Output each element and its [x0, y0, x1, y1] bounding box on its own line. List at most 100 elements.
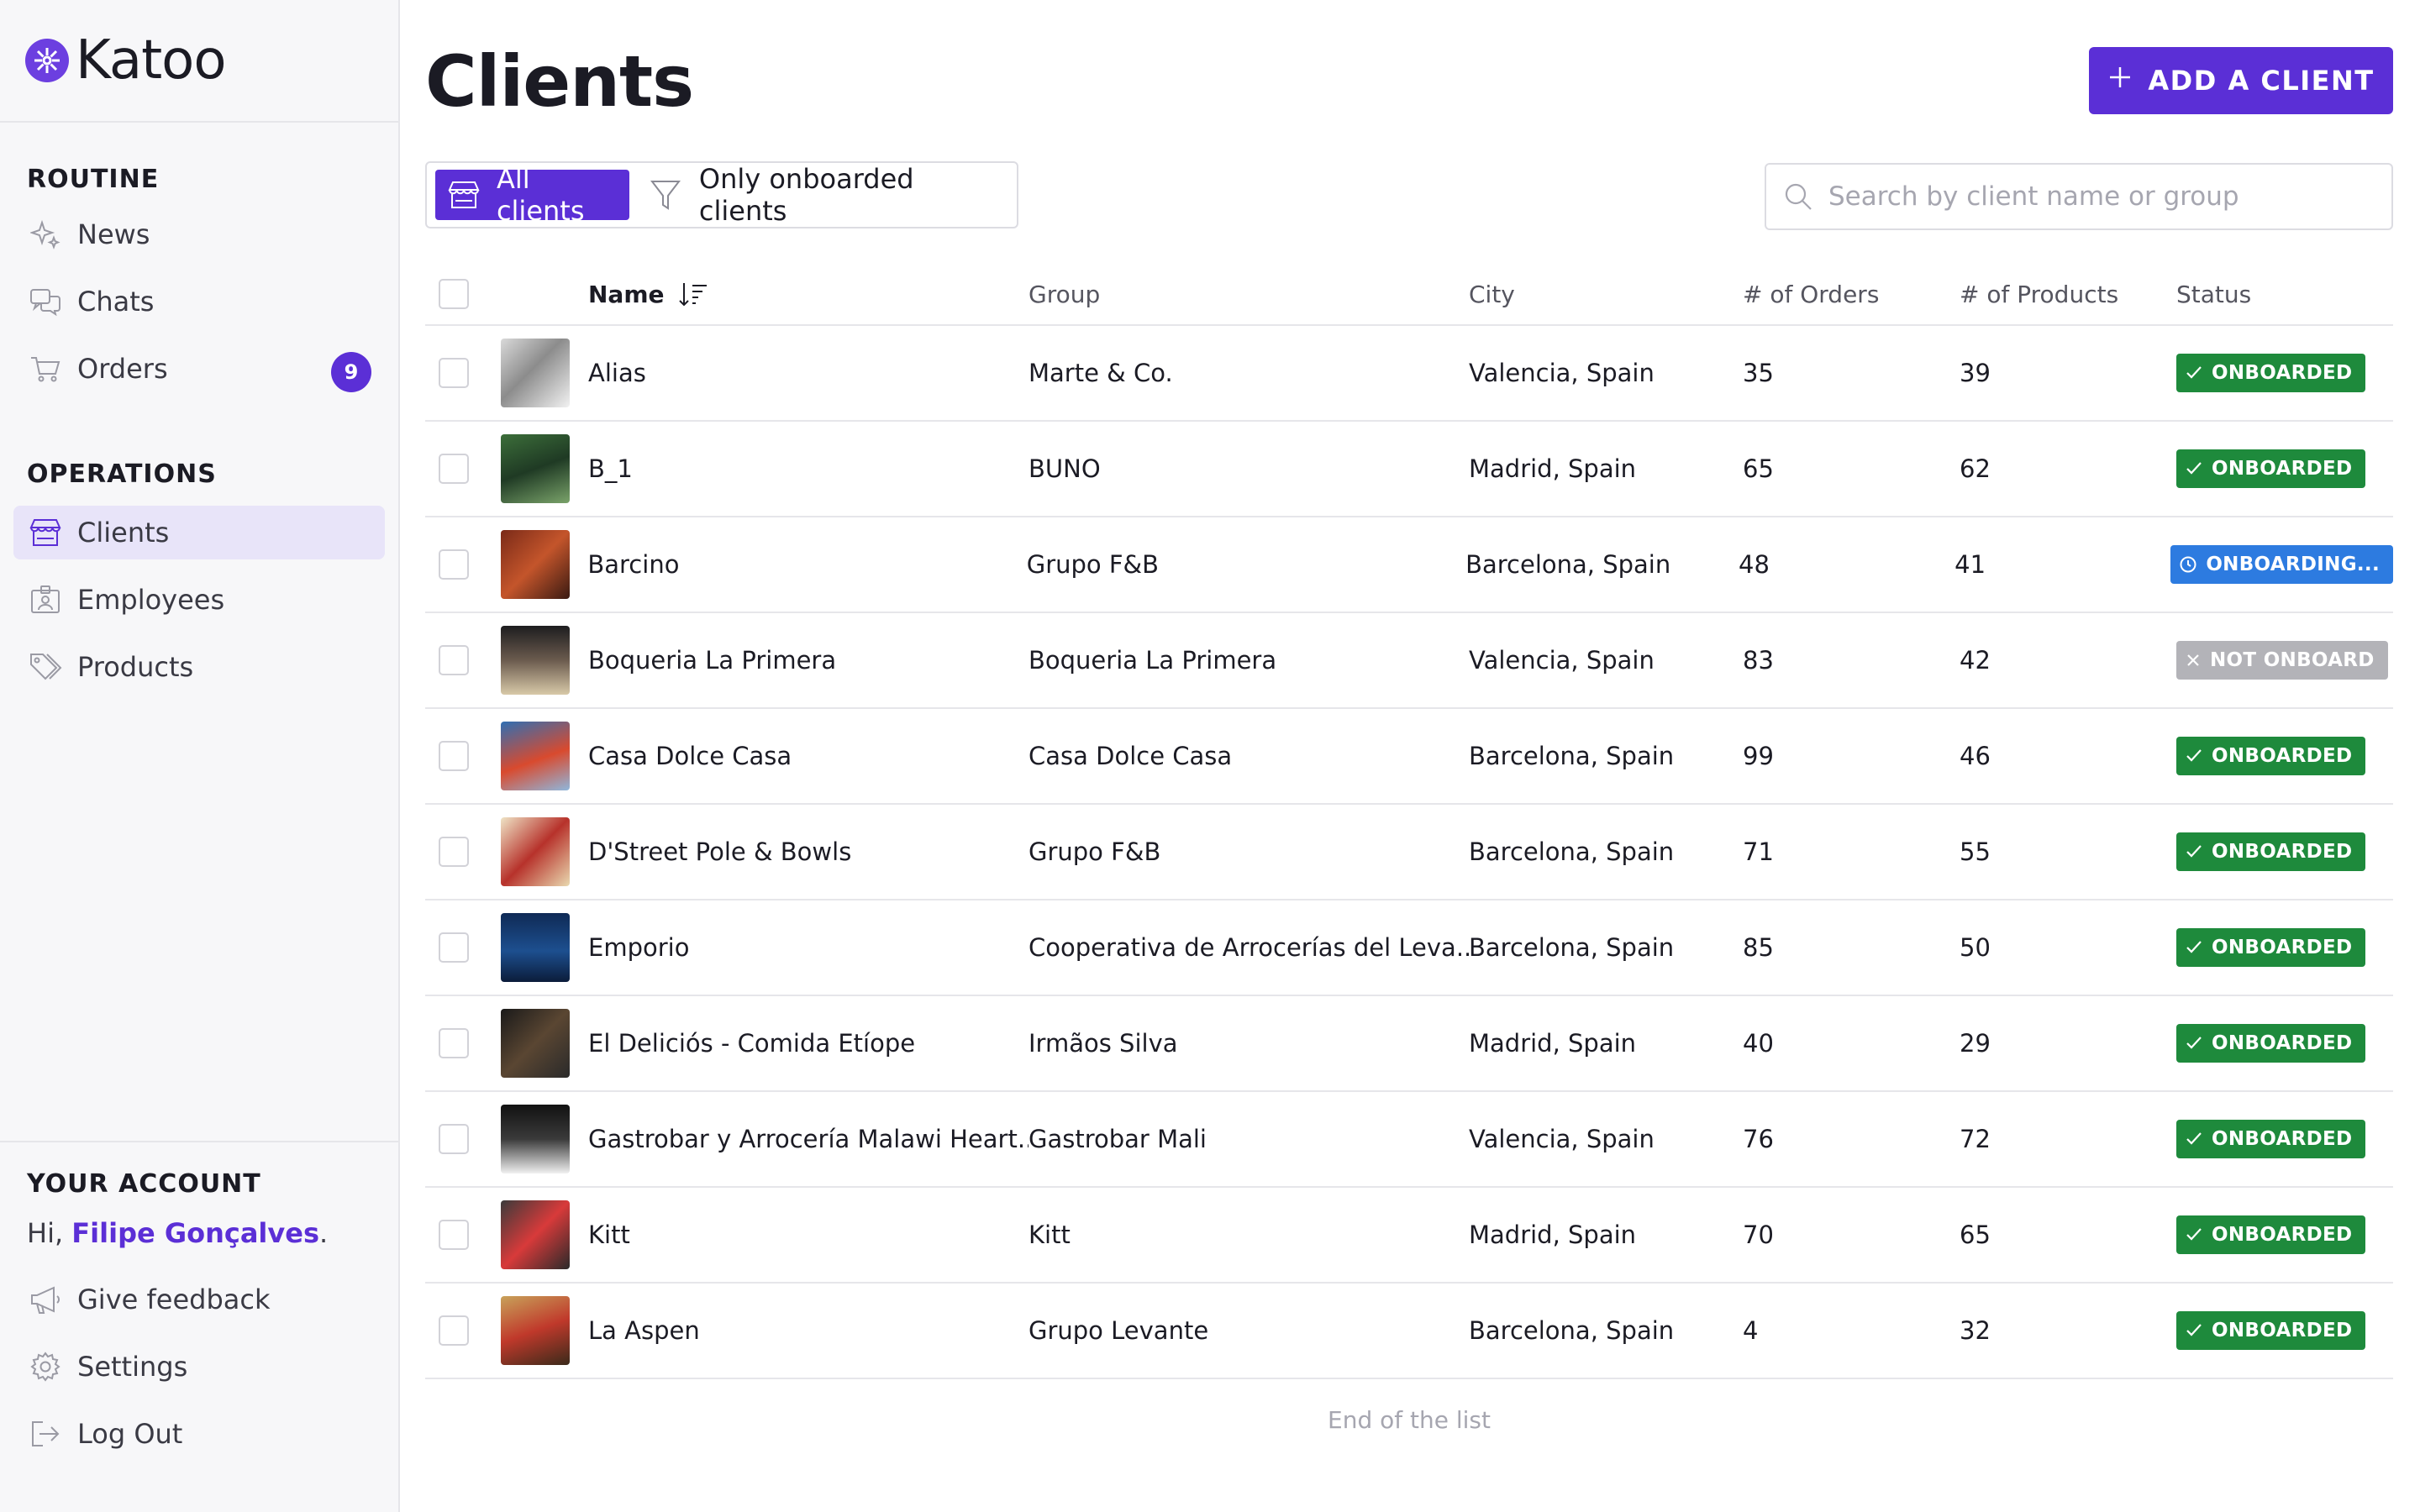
column-header-name[interactable]: Name — [588, 281, 1028, 308]
status-badge-label: ONBOARDED — [2212, 1128, 2353, 1150]
client-name[interactable]: Kitt — [588, 1221, 1028, 1249]
sidebar-item-label: Log Out — [77, 1418, 183, 1450]
client-name[interactable]: Boqueria La Primera — [588, 646, 1028, 675]
column-header-group[interactable]: Group — [1028, 281, 1469, 308]
column-header-status[interactable]: Status — [2176, 281, 2393, 308]
sidebar-item-products[interactable]: Products — [13, 640, 385, 694]
sidebar-item-orders[interactable]: Orders 9 — [13, 342, 385, 396]
row-select-cell — [425, 645, 496, 675]
client-thumbnail — [501, 722, 570, 790]
row-checkbox[interactable] — [439, 645, 469, 675]
sidebar-item-chats[interactable]: Chats — [13, 275, 385, 328]
table-row[interactable]: Barcino Grupo F&B Barcelona, Spain 48 41 ONBO… — [425, 517, 2393, 613]
check-icon — [2185, 1226, 2203, 1244]
client-city: Madrid, Spain — [1469, 1029, 1637, 1058]
sidebar-item-news[interactable]: News — [13, 207, 385, 261]
client-group: Boqueria La Primera — [1028, 646, 1277, 675]
add-client-button[interactable]: ADD A CLIENT — [2089, 47, 2393, 114]
account-greeting: Hi, Filipe Gonçalves. — [0, 1217, 398, 1249]
client-name[interactable]: D'Street Pole & Bowls — [588, 837, 1028, 866]
table-row[interactable]: La Aspen Grupo Levante Barcelona, Spain 4 32… — [425, 1284, 2393, 1379]
status-cell: ONBOARDED — [2176, 1311, 2393, 1350]
row-checkbox[interactable] — [439, 1028, 469, 1058]
table-row[interactable]: Boqueria La Primera Boqueria La Primera Va… — [425, 613, 2393, 709]
row-checkbox[interactable] — [439, 837, 469, 867]
search-input[interactable] — [1828, 181, 2366, 212]
client-products: 39 — [1960, 359, 1991, 387]
status-badge: ONBOARDED — [2176, 737, 2366, 775]
table-row[interactable]: Kitt Kitt Madrid, Spain 70 65 ONBOARDED — [425, 1188, 2393, 1284]
client-products: 41 — [1954, 550, 1986, 579]
filter-onboarded-clients[interactable]: Only onboarded clients — [636, 163, 1017, 227]
client-group: Gastrobar Mali — [1028, 1125, 1207, 1153]
sidebar-item-settings[interactable]: Settings — [13, 1340, 385, 1394]
brand-name: Katoo — [76, 29, 226, 92]
client-group: Grupo Levante — [1028, 1316, 1209, 1345]
row-checkbox[interactable] — [439, 741, 469, 771]
brand[interactable]: Katoo — [0, 0, 398, 123]
sidebar-item-label: News — [77, 218, 150, 250]
column-header-city[interactable]: City — [1469, 281, 1743, 308]
client-name[interactable]: La Aspen — [588, 1316, 1028, 1345]
row-checkbox[interactable] — [439, 1124, 469, 1154]
column-header-name-label: Name — [588, 280, 665, 308]
client-thumbnail — [501, 434, 570, 503]
store-icon — [27, 514, 64, 551]
column-header-orders[interactable]: # of Orders — [1743, 281, 1960, 308]
account-user-name[interactable]: Filipe Gonçalves — [71, 1217, 319, 1249]
thumb-cell — [496, 530, 588, 599]
client-group: Casa Dolce Casa — [1028, 742, 1233, 770]
table-row[interactable]: Casa Dolce Casa Casa Dolce Casa Barcelona,… — [425, 709, 2393, 805]
table-row[interactable]: Gastrobar y Arrocería Malawi Heart... Gas… — [425, 1092, 2393, 1188]
table-row[interactable]: Emporio Cooperativa de Arrocerías del Lev… — [425, 900, 2393, 996]
column-header-products[interactable]: # of Products — [1960, 281, 2176, 308]
row-checkbox[interactable] — [439, 932, 469, 963]
row-checkbox[interactable] — [439, 1315, 469, 1346]
sparkles-icon — [27, 216, 64, 253]
row-checkbox[interactable] — [439, 1220, 469, 1250]
client-name[interactable]: Casa Dolce Casa — [588, 742, 1028, 770]
filter-onboarded-clients-label: Only onboarded clients — [698, 163, 914, 227]
table-row[interactable]: El Deliciós - Comida Etíope Irmãos Silva M… — [425, 996, 2393, 1092]
row-checkbox[interactable] — [439, 358, 469, 388]
check-icon — [2185, 843, 2203, 861]
client-name[interactable]: El Deliciós - Comida Etíope — [588, 1029, 1028, 1058]
status-badge-label: ONBOARDING... — [2206, 554, 2380, 575]
status-cell: ONBOARDED — [2176, 737, 2393, 775]
select-all-checkbox[interactable] — [439, 279, 469, 309]
client-group: Grupo F&B — [1028, 837, 1161, 866]
client-group: Kitt — [1028, 1221, 1071, 1249]
status-cell: ONBOARDED — [2176, 1024, 2393, 1063]
filter-all-clients[interactable]: All clients — [435, 163, 629, 227]
table-row[interactable]: D'Street Pole & Bowls Grupo F&B Barcelona,… — [425, 805, 2393, 900]
client-name[interactable]: Alias — [588, 359, 1028, 387]
sidebar-item-clients[interactable]: Clients — [13, 506, 385, 559]
thumb-cell — [496, 339, 588, 407]
client-thumbnail — [501, 1009, 570, 1078]
clock-icon — [2179, 555, 2197, 574]
filter-funnel-icon — [648, 176, 684, 213]
sidebar: Katoo ROUTINE News Chats Orders 9 OPERAT… — [0, 0, 400, 1512]
status-badge: ONBOARDED — [2176, 354, 2366, 392]
client-name[interactable]: Emporio — [588, 933, 1028, 962]
sidebar-item-give-feedback[interactable]: Give feedback — [13, 1273, 385, 1326]
client-name[interactable]: B_1 — [588, 454, 1028, 483]
client-thumbnail — [501, 913, 570, 982]
sidebar-item-employees[interactable]: Employees — [13, 573, 385, 627]
client-thumbnail — [500, 530, 570, 599]
row-checkbox[interactable] — [439, 454, 469, 484]
x-icon — [2185, 652, 2202, 669]
client-name[interactable]: Barcino — [587, 550, 1026, 579]
row-checkbox[interactable] — [439, 549, 469, 580]
status-badge: ONBOARDED — [2176, 1120, 2366, 1158]
sidebar-item-log-out[interactable]: Log Out — [13, 1407, 385, 1461]
sort-descending-icon[interactable] — [678, 281, 708, 307]
client-city: Barcelona, Spain — [1465, 550, 1671, 579]
sidebar-item-label: Employees — [77, 584, 225, 616]
client-search-field[interactable] — [1765, 163, 2393, 230]
row-select-cell — [425, 1028, 496, 1058]
client-name[interactable]: Gastrobar y Arrocería Malawi Heart... — [588, 1125, 1028, 1153]
table-row[interactable]: B_1 BUNO Madrid, Spain 65 62 ONBOARDED — [425, 422, 2393, 517]
table-row[interactable]: Alias Marte & Co. Valencia, Spain 35 39 ONBOA… — [425, 326, 2393, 422]
client-products: 46 — [1960, 742, 1991, 770]
